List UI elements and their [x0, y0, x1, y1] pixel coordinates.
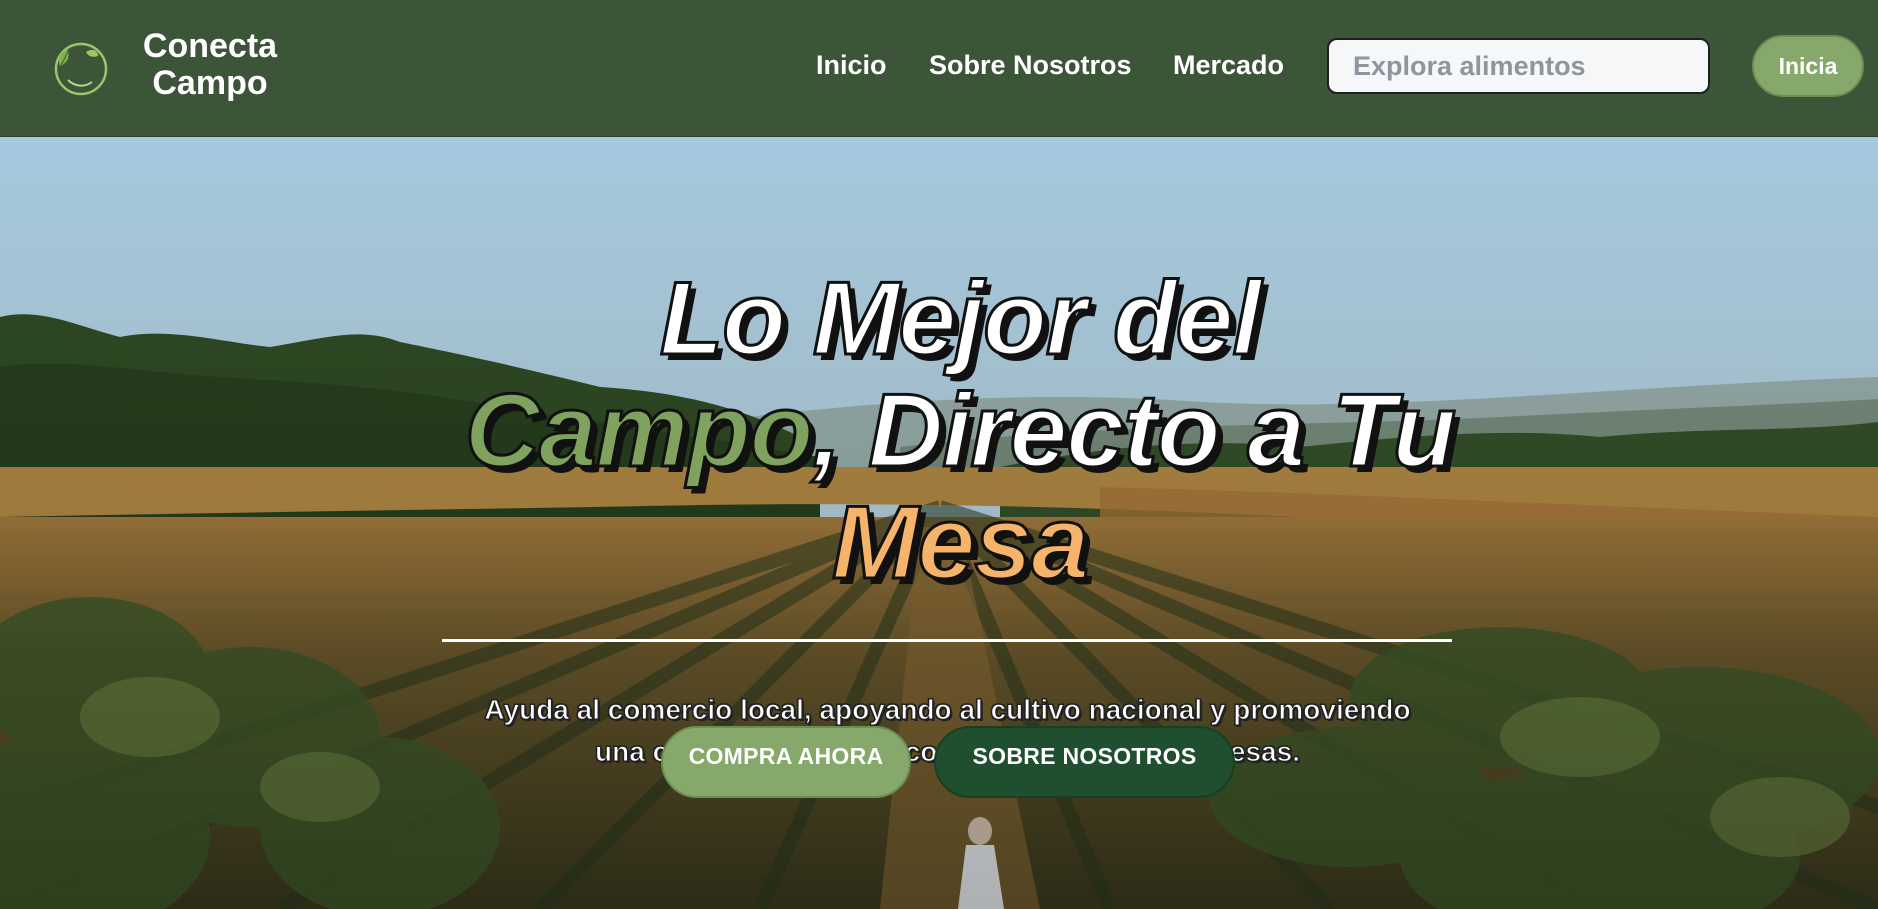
nav-link-inicio[interactable]: Inicio: [816, 46, 887, 84]
hero-title: Lo Mejor del Campo, Directo a Tu Mesa: [380, 261, 1540, 601]
page: Conecta Campo Inicio Sobre Nosotros Merc…: [0, 0, 1878, 909]
navbar: Conecta Campo Inicio Sobre Nosotros Merc…: [0, 0, 1878, 137]
brand-line-1: Conecta: [142, 27, 278, 65]
hero-section: Lo Mejor del Campo, Directo a Tu Mesa Ayud…: [0, 137, 1878, 909]
search-input[interactable]: [1327, 38, 1710, 94]
nav-link-mercado[interactable]: Mercado: [1173, 46, 1284, 84]
hero-divider: [442, 639, 1452, 642]
leaf-circle-icon[interactable]: [48, 36, 110, 98]
brand-name[interactable]: Conecta Campo: [140, 28, 280, 102]
hero-title-highlight-green: Campo: [463, 373, 814, 489]
hero-title-part-2: , Directo a Tu: [811, 373, 1458, 489]
login-button[interactable]: Inicia: [1752, 35, 1864, 97]
nav-link-sobre-nosotros[interactable]: Sobre Nosotros: [929, 46, 1132, 84]
brand-line-2: Campo: [152, 64, 268, 102]
hero-title-highlight-orange: Mesa: [830, 485, 1090, 601]
logo-svg: [54, 42, 108, 96]
hero-title-part-1: Lo Mejor del: [658, 261, 1262, 377]
buy-now-button[interactable]: COMPRA AHORA: [661, 726, 911, 798]
about-us-button[interactable]: SOBRE NOSOTROS: [934, 726, 1235, 798]
